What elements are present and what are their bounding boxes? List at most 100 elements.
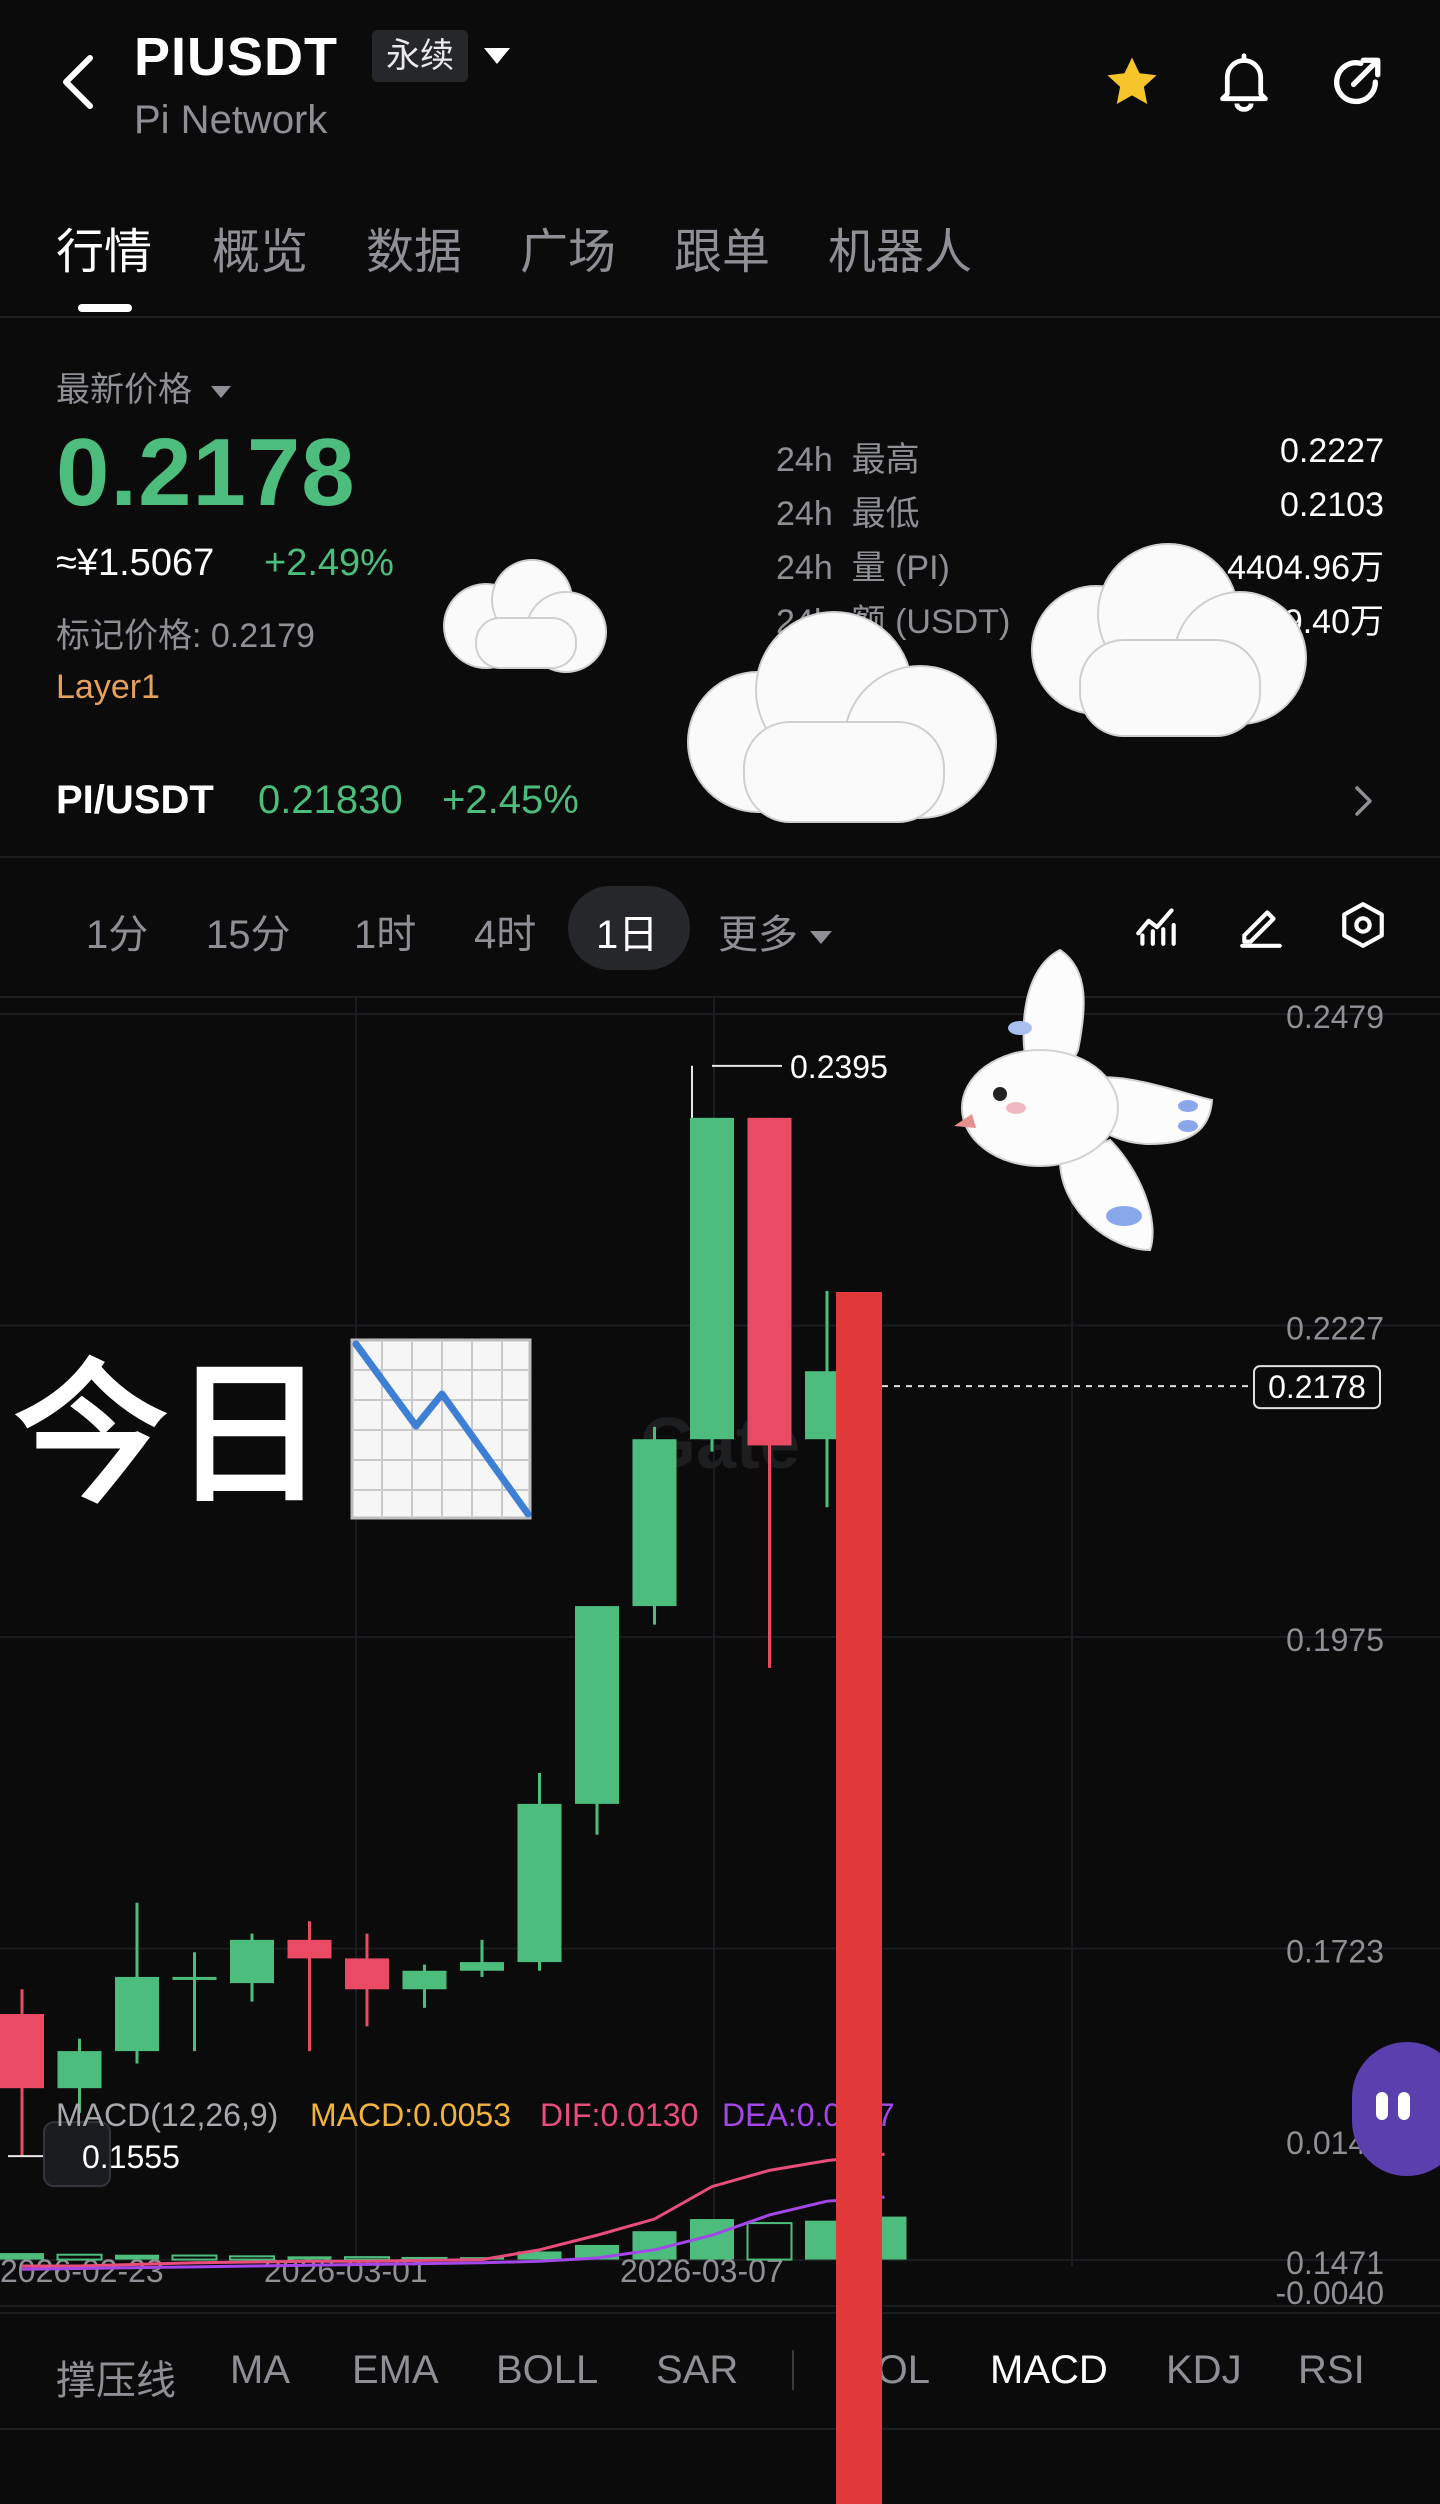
price-cny: ≈¥1.5067 — [56, 542, 215, 584]
stat-low-value: 0.2103 — [1280, 486, 1384, 524]
macd-hist-bar — [0, 2253, 44, 2260]
candle-body — [287, 1939, 332, 1959]
interval-1h[interactable]: 1时 — [354, 902, 416, 960]
divider — [0, 316, 1440, 318]
interval-more[interactable]: 更多 — [718, 902, 832, 960]
tab-market[interactable]: 行情 — [56, 212, 152, 282]
tab-square[interactable]: 广场 — [520, 212, 616, 282]
stat-volume-label: 24h 量 (PI) — [776, 549, 950, 587]
divider — [0, 2428, 1440, 2430]
candle-body — [345, 1958, 389, 1990]
candle-body — [575, 1606, 619, 1804]
y-tick-label: 0.1975 — [1286, 1622, 1384, 1658]
candle-body — [172, 1976, 217, 1980]
interval-4h[interactable]: 4时 — [474, 902, 536, 960]
latest-price-label: 最新价格 — [56, 371, 192, 409]
chart-settings-button[interactable] — [1338, 900, 1388, 955]
macd-y-tick-label: -0.0040 — [1275, 2275, 1384, 2311]
stat-low-label: 24h 最低 — [776, 495, 920, 533]
y-tick-label: 0.1723 — [1286, 1934, 1384, 1970]
high-price-label: 0.2395 — [790, 1049, 888, 1085]
indicator-tab-boll[interactable]: BOLL — [496, 2348, 598, 2393]
stat-high-label: 24h 最高 — [776, 441, 920, 479]
latest-price-selector[interactable]: 最新价格 — [56, 362, 232, 411]
candle-body — [0, 2014, 44, 2089]
candle-body — [115, 1976, 159, 2052]
draw-tool-button[interactable] — [1236, 900, 1286, 955]
macd-hist-bar — [287, 2256, 332, 2260]
indicator-tab-support-resistance[interactable]: 撑压线 — [56, 2348, 176, 2406]
candle-body — [632, 1439, 677, 1607]
indicator-tab-rsi[interactable]: RSI — [1298, 2348, 1365, 2393]
candle-body — [57, 2051, 102, 2089]
stat-high-value: 0.2227 — [1280, 432, 1384, 470]
price-alert-button[interactable] — [1202, 40, 1286, 124]
cloud-sticker-medium — [1031, 543, 1307, 737]
tab-overview[interactable]: 概览 — [212, 212, 308, 282]
chevron-left-icon — [63, 55, 93, 109]
candle-body — [230, 1939, 274, 1984]
overlay-text: 今日 — [14, 1346, 331, 1525]
indicator-tab-ema[interactable]: EMA — [352, 2348, 439, 2393]
last-price: 0.2178 — [56, 419, 356, 526]
macd-hist-bar — [115, 2254, 159, 2260]
pencil-icon — [1240, 910, 1282, 948]
candle-body — [747, 1117, 792, 1446]
bell-icon — [1220, 53, 1268, 112]
back-button[interactable] — [56, 52, 100, 112]
cloud-sticker-small — [443, 559, 607, 673]
hexagon-settings-icon — [1342, 902, 1384, 948]
star-icon — [1107, 57, 1157, 104]
interval-1m[interactable]: 1分 — [86, 902, 148, 960]
active-tab-indicator — [78, 304, 132, 312]
spot-pair-change: +2.45% — [442, 778, 579, 822]
pause-icon — [1376, 2092, 1388, 2120]
chart-decreasing-icon — [350, 1338, 532, 1520]
symbol-dropdown-icon[interactable] — [484, 48, 510, 64]
share-button[interactable] — [1314, 40, 1398, 124]
macd-value: MACD:0.0053 — [310, 2097, 511, 2133]
interval-1d[interactable]: 1日 — [596, 902, 658, 960]
indicator-tab-sar[interactable]: SAR — [656, 2348, 738, 2393]
symbol-subtitle: Pi Network — [134, 98, 328, 142]
y-tick-label: 0.2479 — [1286, 999, 1384, 1035]
category-tag[interactable]: Layer1 — [56, 668, 160, 707]
tab-bots[interactable]: 机器人 — [828, 212, 972, 282]
tab-copy-trading[interactable]: 跟单 — [674, 212, 770, 282]
assistant-bubble-button[interactable] — [1352, 2042, 1440, 2176]
candle-body — [460, 1962, 504, 1971]
macd-label: MACD(12,26,9) — [56, 2097, 278, 2133]
candle-body — [402, 1970, 447, 1990]
spot-pair-name: PI/USDT — [56, 778, 214, 822]
tab-separator — [792, 2350, 794, 2390]
divider — [0, 2312, 1440, 2314]
dif-value: DIF:0.0130 — [540, 2097, 698, 2133]
share-icon — [1334, 57, 1381, 105]
pause-icon — [1398, 2092, 1410, 2120]
bird-sticker — [954, 948, 1214, 1252]
caret-down-icon — [810, 930, 832, 944]
caret-down-icon — [211, 386, 232, 399]
indicator-tab-ma[interactable]: MA — [230, 2348, 290, 2393]
indicator-tab-kdj[interactable]: KDJ — [1166, 2348, 1242, 2393]
current-price-label: 0.2178 — [1268, 1369, 1366, 1405]
candle-body — [517, 1803, 562, 1963]
symbol-title[interactable]: PIUSDT — [134, 26, 338, 88]
divider — [0, 856, 1440, 858]
y-tick-label: 0.2227 — [1286, 1311, 1384, 1347]
indicator-tab-macd[interactable]: MACD — [990, 2348, 1108, 2393]
candle-body — [690, 1117, 734, 1440]
macd-hist-bar — [171, 2254, 218, 2261]
low-price-label: 0.1555 — [82, 2139, 180, 2175]
spot-pair-price: 0.21830 — [258, 778, 403, 822]
tab-data[interactable]: 数据 — [366, 212, 462, 282]
candlestick-chart[interactable]: Gate 0.24790.22270.19750.17230.1471 2026… — [0, 996, 1440, 2406]
price-change: +2.49% — [264, 542, 394, 584]
interval-15m[interactable]: 15分 — [206, 902, 291, 960]
cloud-sticker-large — [687, 611, 997, 823]
chevron-right-icon — [1355, 786, 1372, 816]
mark-price: 标记价格: 0.2179 — [56, 617, 315, 655]
favorite-star-button[interactable] — [1090, 40, 1174, 124]
red-line-overlay — [836, 1292, 882, 2504]
contract-type-badge[interactable]: 永续 — [372, 30, 468, 82]
